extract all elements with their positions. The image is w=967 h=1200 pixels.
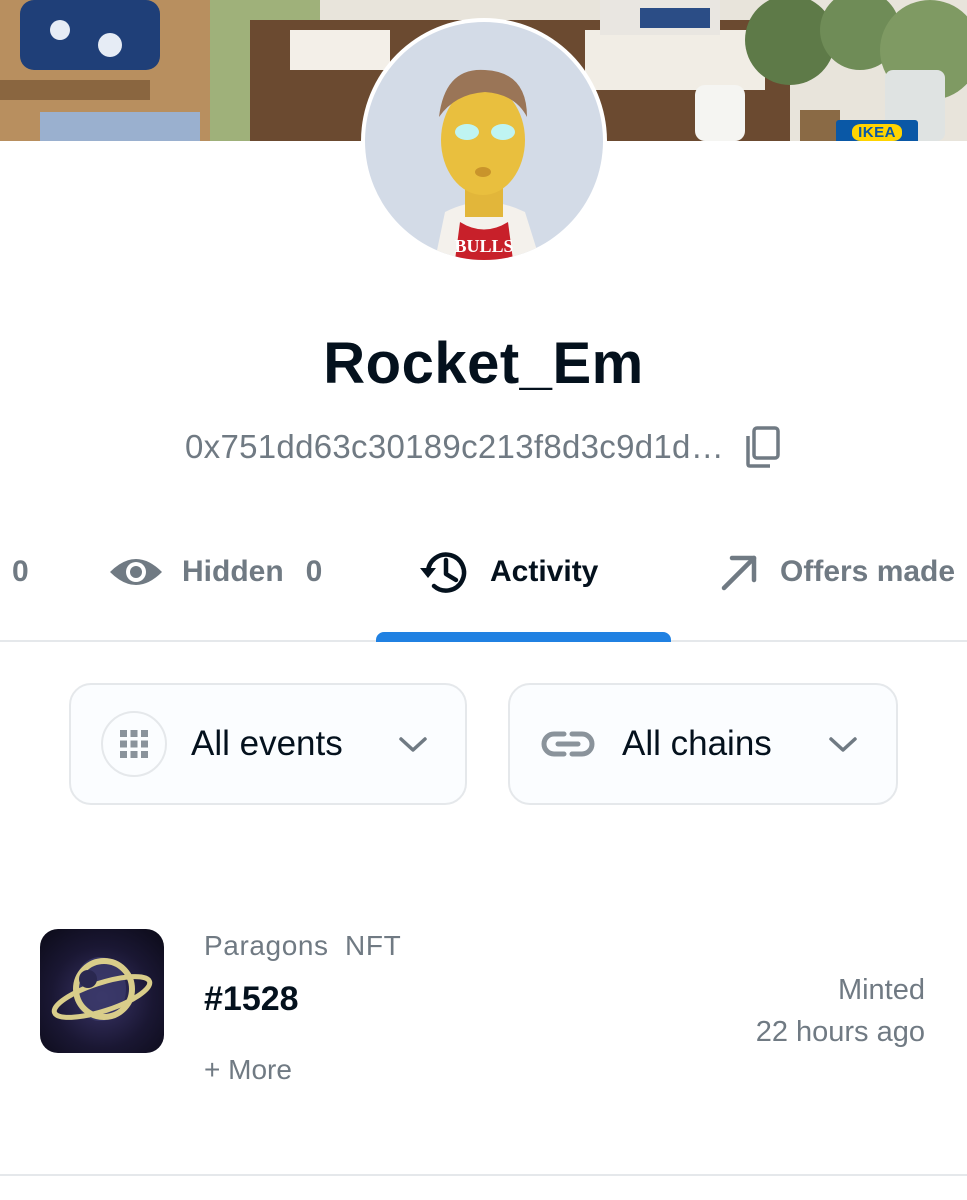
svg-text:BULLS: BULLS [454, 236, 513, 256]
avatar-image: BULLS [365, 22, 603, 260]
link-icon [541, 731, 595, 757]
arrow-up-right-icon [721, 555, 757, 591]
events-filter-label: All events [191, 724, 343, 763]
tab-hidden[interactable]: Hidden 0 [108, 544, 322, 600]
tab-label: Activity [490, 555, 599, 588]
event-type: Minted [837, 974, 925, 1006]
chains-filter-label: All chains [622, 724, 772, 763]
grid-icon-wrapper [101, 711, 167, 777]
collection-name[interactable]: Paragons NFT [204, 930, 401, 962]
profile-username: Rocket_Em [323, 331, 644, 396]
nft-thumbnail[interactable] [40, 929, 164, 1053]
more-link[interactable]: + More [204, 1054, 292, 1086]
events-filter-dropdown[interactable]: All events [69, 683, 467, 805]
profile-avatar[interactable]: BULLS [361, 18, 607, 264]
tab-count: 0 [12, 555, 29, 588]
wallet-address: 0x751dd63c30189c213f8d3c9d1d… [185, 428, 724, 465]
event-timestamp[interactable]: 22 hours ago [756, 1016, 925, 1049]
paragons-logo [51, 957, 153, 1021]
wallet-address-row: 0x751dd63c30189c213f8d3c9d1d… [0, 425, 967, 469]
active-tab-indicator [376, 632, 671, 642]
tab-offers-made[interactable]: Offers made [718, 544, 955, 600]
ikea-logo-text: IKEA [852, 123, 902, 141]
tab-activity[interactable]: Activity [416, 544, 598, 600]
grid-icon [120, 730, 148, 758]
tab-count: 0 [305, 555, 323, 588]
chevron-down-icon [829, 737, 857, 752]
tab-label: Offers made [780, 555, 956, 588]
nft-item-name[interactable]: #1528 [204, 980, 299, 1019]
history-icon [420, 552, 467, 593]
eye-icon [110, 559, 162, 585]
profile-tabs: 0 Hidden 0 Activity Offers made [0, 530, 967, 642]
tab-partial[interactable]: 0 [8, 544, 29, 600]
chevron-down-icon [399, 737, 427, 752]
chains-filter-dropdown[interactable]: All chains [508, 683, 898, 805]
activity-row[interactable]: Paragons NFT #1528 + More Minted 22 hour… [0, 900, 967, 1176]
tab-label: Hidden [182, 555, 284, 588]
ikea-logo: IKEA [836, 120, 918, 141]
copy-icon[interactable] [742, 425, 782, 469]
